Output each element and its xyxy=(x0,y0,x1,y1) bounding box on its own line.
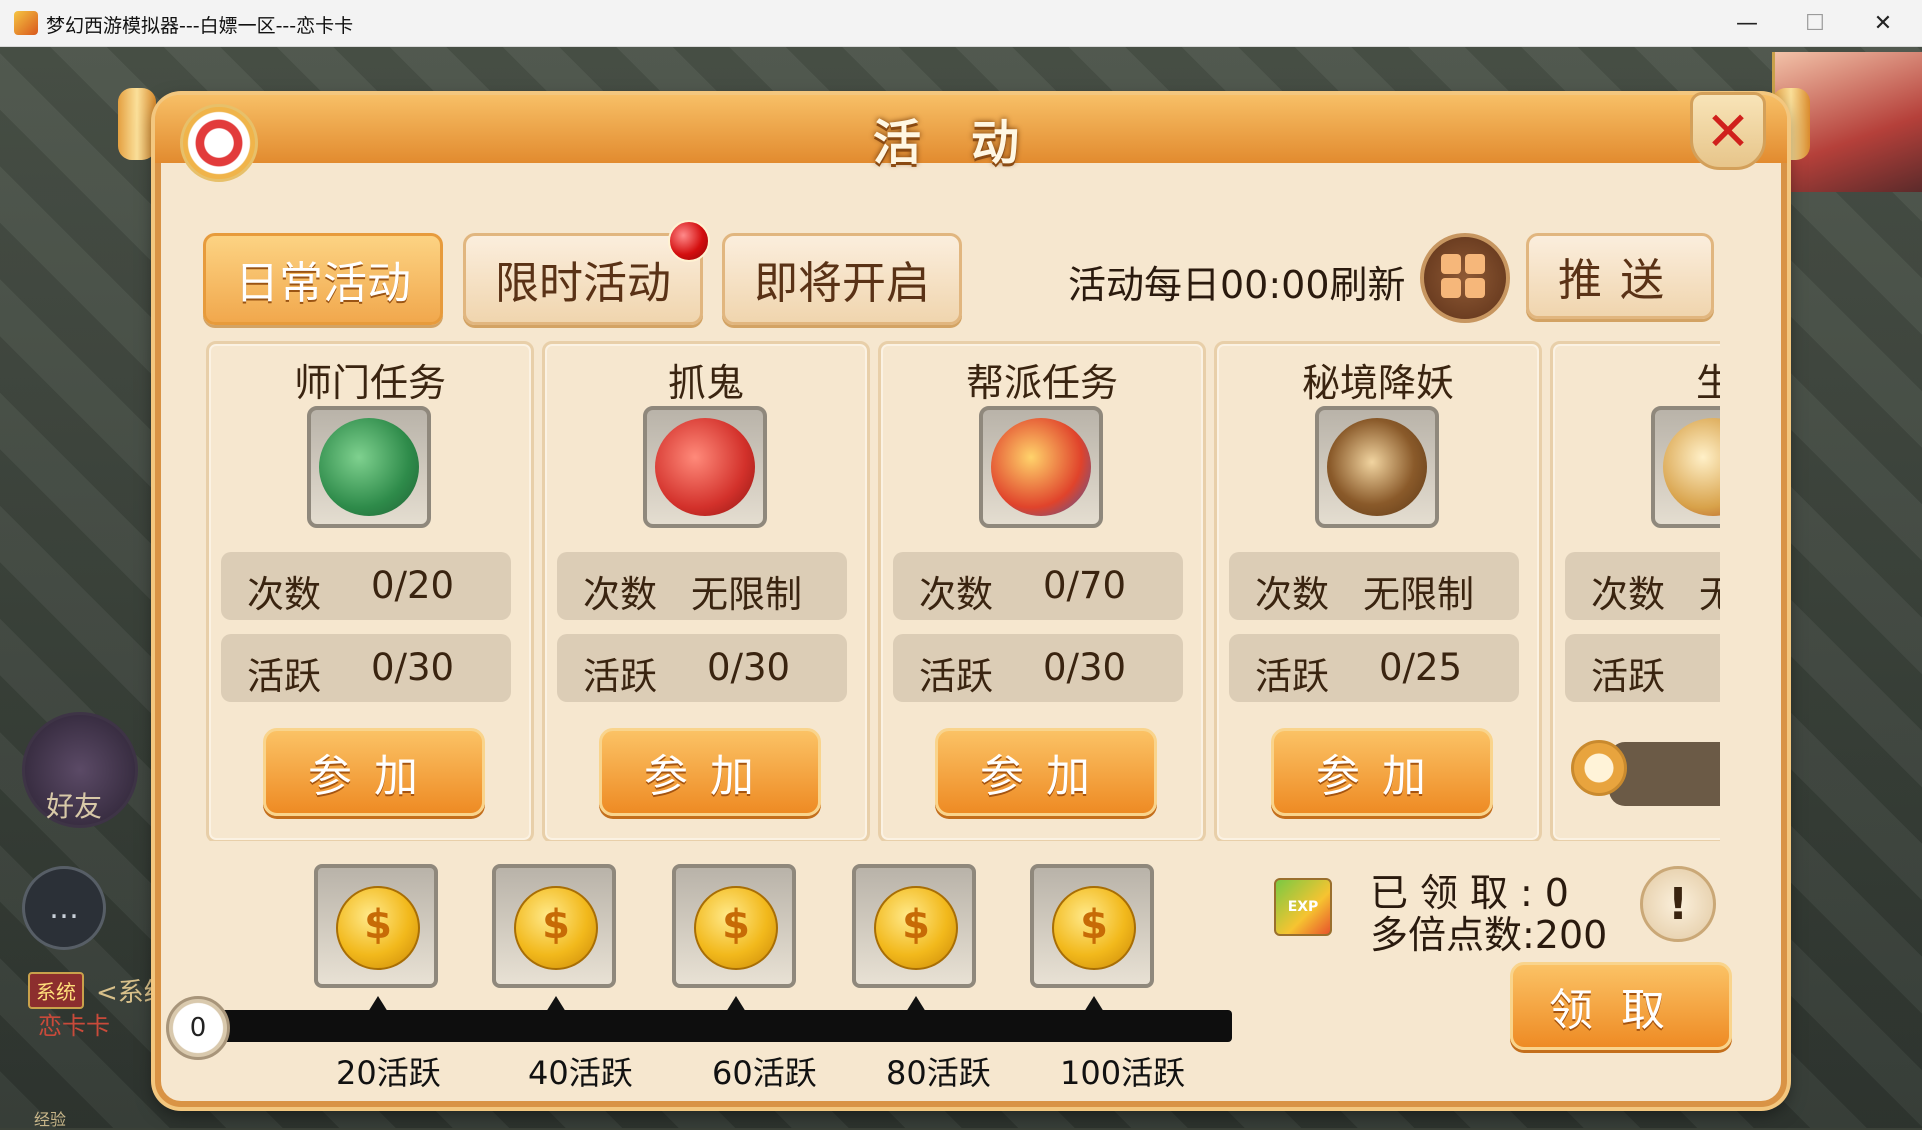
activity-progress-bar xyxy=(196,1010,1232,1042)
target-badge-icon xyxy=(180,104,258,182)
count-value: 无 xyxy=(1699,573,1720,616)
system-player-name: 恋卡卡 xyxy=(38,1012,110,1040)
activity-card: 秘境降妖 次数 无限制 活跃 0/25 参加 xyxy=(1214,341,1542,841)
panel-header: 活动 xyxy=(155,95,1787,171)
push-button[interactable]: 推送 xyxy=(1526,233,1714,319)
active-label: 活跃 xyxy=(1255,655,1329,698)
count-label: 次数 xyxy=(583,573,657,616)
red-charm-icon xyxy=(655,418,755,516)
chat-bubble-icon[interactable]: … xyxy=(22,866,106,950)
milestone-label: 40活跃 xyxy=(528,1054,633,1092)
scroll-roll-left xyxy=(118,88,156,160)
activity-icon-frame[interactable] xyxy=(1651,406,1720,528)
active-value: 0/30 xyxy=(371,646,455,689)
count-value: 0/70 xyxy=(1043,564,1127,607)
join-button[interactable]: 参加 xyxy=(935,728,1157,816)
reward-box[interactable] xyxy=(672,864,796,988)
gold-coin-icon xyxy=(336,886,420,970)
count-row: 次数 无 xyxy=(1565,552,1720,620)
join-button[interactable]: 参加 xyxy=(1271,728,1493,816)
count-value: 无限制 xyxy=(691,573,802,616)
exclamation-icon[interactable]: ! xyxy=(1640,866,1716,942)
refresh-notice: 活动每日00:00刷新 xyxy=(1068,263,1406,307)
stopwatch-icon xyxy=(1571,740,1627,796)
join-button[interactable]: 参加 xyxy=(263,728,485,816)
count-row: 次数 无限制 xyxy=(557,552,847,620)
activity-icon-frame[interactable] xyxy=(1315,406,1439,528)
window-titlebar: 梦幻西游模拟器---白嫖一区---恋卡卡 — ☐ ✕ xyxy=(0,0,1922,47)
panel-title: 活动 xyxy=(872,115,1069,171)
active-value: 0/30 xyxy=(707,646,791,689)
active-label: 活跃 xyxy=(1591,655,1665,698)
count-label: 次数 xyxy=(1591,573,1665,616)
reward-box[interactable] xyxy=(314,864,438,988)
activity-name: 师门任务 xyxy=(293,361,446,405)
close-x-icon[interactable]: ✕ xyxy=(1690,92,1766,170)
active-row: 活跃 0/30 xyxy=(893,634,1183,702)
active-label: 活跃 xyxy=(247,655,321,698)
tab-limited[interactable]: 限时活动 xyxy=(463,233,703,325)
money-bag-icon xyxy=(319,418,419,516)
gold-coin-icon xyxy=(874,886,958,970)
active-row: 活跃 0/30 xyxy=(221,634,511,702)
active-row: 活跃 0/25 xyxy=(1229,634,1519,702)
app-icon xyxy=(14,11,38,35)
activity-icon-frame[interactable] xyxy=(307,406,431,528)
activity-icon-frame[interactable] xyxy=(979,406,1103,528)
multiplier-points: 多倍点数:200 xyxy=(1370,913,1608,957)
active-value: 0/30 xyxy=(1043,646,1127,689)
gold-coin-icon xyxy=(1052,886,1136,970)
activity-card: 帮派任务 次数 0/70 活跃 0/30 参加 xyxy=(878,341,1206,841)
active-row: 活跃 xyxy=(1565,634,1720,702)
count-label: 次数 xyxy=(247,573,321,616)
grid-menu-icon[interactable] xyxy=(1420,233,1510,323)
count-row: 次数 0/20 xyxy=(221,552,511,620)
count-label: 次数 xyxy=(919,573,993,616)
exp-boost-icon: EXP xyxy=(1274,878,1332,936)
gold-coin-icon xyxy=(694,886,778,970)
milestone-label: 80活跃 xyxy=(886,1054,991,1092)
reward-box[interactable] xyxy=(492,864,616,988)
claim-button[interactable]: 领取 xyxy=(1510,962,1732,1050)
activity-card: 师门任务 次数 0/20 活跃 0/30 参加 xyxy=(206,341,534,841)
milestone-label: 60活跃 xyxy=(712,1054,817,1092)
count-label: 次数 xyxy=(1255,573,1329,616)
join-button[interactable]: 参加 xyxy=(599,728,821,816)
alert-dot-icon xyxy=(668,220,710,262)
active-value: 0/25 xyxy=(1379,646,1463,689)
activity-name: 帮派任务 xyxy=(965,361,1118,405)
count-value: 0/20 xyxy=(371,564,455,607)
count-value: 无限制 xyxy=(1363,573,1474,616)
reward-box[interactable] xyxy=(852,864,976,988)
count-row: 次数 0/70 xyxy=(893,552,1183,620)
activity-name: 秘境降妖 xyxy=(1301,361,1454,405)
milestone-label: 20活跃 xyxy=(336,1054,441,1092)
friend-label: 好友 xyxy=(46,790,103,823)
scroll-icon xyxy=(1663,418,1720,516)
tab-daily[interactable]: 日常活动 xyxy=(203,233,443,325)
tab-upcoming[interactable]: 即将开启 xyxy=(722,233,962,325)
activity-name: 生死 xyxy=(1695,361,1720,405)
activity-card: 抓鬼 次数 无限制 活跃 0/30 参加 xyxy=(542,341,870,841)
activity-card: 生死 次数 无 活跃 xyxy=(1550,341,1720,841)
activity-name: 抓鬼 xyxy=(667,361,744,405)
minimize-button[interactable]: — xyxy=(1714,0,1780,46)
reward-box[interactable] xyxy=(1030,864,1154,988)
system-badge: 系统 xyxy=(28,972,84,1009)
gold-coin-icon xyxy=(514,886,598,970)
maximize-button[interactable]: ☐ xyxy=(1782,0,1848,46)
active-label: 活跃 xyxy=(583,655,657,698)
active-label: 活跃 xyxy=(919,655,993,698)
window-close-button[interactable]: ✕ xyxy=(1850,0,1916,46)
crossbow-icon xyxy=(1327,418,1427,516)
active-row: 活跃 0/30 xyxy=(557,634,847,702)
activity-icon-frame[interactable] xyxy=(643,406,767,528)
milestone-label: 100活跃 xyxy=(1060,1054,1186,1092)
activity-list[interactable]: 师门任务 次数 0/20 活跃 0/30 参加 抓鬼 次数 无限制 活跃 0/3… xyxy=(206,341,1720,841)
window-title: 梦幻西游模拟器---白嫖一区---恋卡卡 xyxy=(46,15,354,37)
progress-start-value: 0 xyxy=(166,996,230,1060)
count-row: 次数 无限制 xyxy=(1229,552,1519,620)
banner-sword-icon xyxy=(991,418,1091,516)
exp-bar-label: 经验 xyxy=(34,1110,67,1129)
